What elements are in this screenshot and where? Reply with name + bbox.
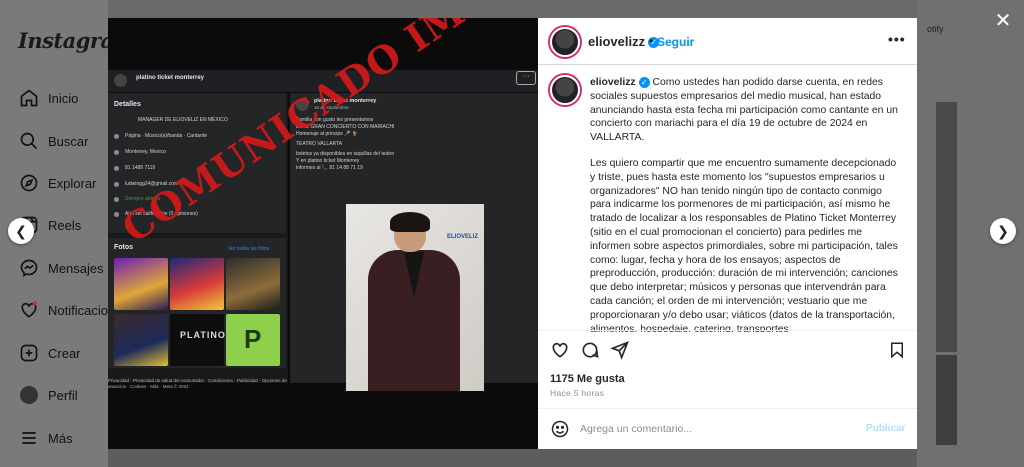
sidebar-item-messages[interactable]: Mensajes bbox=[18, 255, 104, 281]
likes-count[interactable]: 1175 Me gusta bbox=[550, 373, 625, 385]
sidebar-item-label: Buscar bbox=[48, 133, 89, 149]
photo-thumbnail bbox=[226, 258, 280, 310]
fb-footer-links: Privacidad · Privacidad de salud del con… bbox=[108, 378, 287, 389]
poster-person-hair bbox=[390, 212, 430, 232]
comment-bar: Publicar bbox=[538, 408, 917, 449]
username-text: eliovelizz bbox=[588, 34, 646, 49]
photos-link: Ver todas las fotos bbox=[228, 246, 270, 252]
more-options-icon[interactable]: ••• bbox=[888, 31, 906, 47]
mail-icon bbox=[114, 182, 119, 187]
background-feed-bottom bbox=[108, 449, 917, 467]
home-icon bbox=[18, 87, 40, 109]
fb-post-line: Y en platino ticket Monterrey bbox=[296, 158, 360, 164]
separator-dot: • bbox=[649, 34, 654, 48]
sidebar-item-label: Reels bbox=[48, 217, 82, 233]
post-panel: eliovelizz ✓ • Seguir ••• eliovelizz ✓ Com… bbox=[538, 18, 917, 449]
heart-icon bbox=[18, 299, 40, 321]
background-thumbnail bbox=[936, 102, 957, 352]
sidebar-item-notifications[interactable]: Notificacio bbox=[18, 297, 108, 323]
search-icon bbox=[18, 130, 40, 152]
post-actions bbox=[538, 330, 917, 369]
photo-thumbnail: P bbox=[226, 314, 280, 366]
chevron-right-icon: ❯ bbox=[997, 222, 1009, 239]
next-arrow-button[interactable]: ❯ bbox=[990, 218, 1016, 244]
post-header: eliovelizz ✓ • Seguir ••• bbox=[538, 18, 917, 65]
photo-thumbnail bbox=[170, 258, 224, 310]
fb-page-name: platino ticket monterrey bbox=[136, 75, 205, 81]
background-thumbnail bbox=[936, 355, 957, 445]
details-subtitle: MANAGER DE ELIOVELIZ EN MÉXICO bbox=[138, 117, 228, 123]
photo-thumbnail bbox=[114, 314, 168, 366]
close-icon[interactable]: ✕ bbox=[992, 10, 1014, 32]
sidebar-item-label: Notificacio bbox=[48, 302, 108, 318]
sidebar-item-search[interactable]: Buscar bbox=[18, 128, 88, 154]
fb-post-line: TEATRO VALLARTA bbox=[296, 141, 343, 147]
menu-icon bbox=[18, 427, 40, 449]
fb-post-line: boletos ya disponibles en taquillas del … bbox=[296, 151, 395, 157]
caption-paragraph-2: Les quiero compartir que me encuentro su… bbox=[590, 157, 898, 332]
comment-input[interactable] bbox=[580, 421, 850, 437]
photo-thumbnail bbox=[114, 258, 168, 310]
publish-button[interactable]: Publicar bbox=[866, 423, 905, 434]
comment-button[interactable] bbox=[580, 340, 600, 360]
page-icon bbox=[114, 134, 119, 139]
photos-title: Fotos bbox=[114, 244, 134, 251]
save-button[interactable] bbox=[887, 340, 907, 360]
heart-icon bbox=[552, 342, 568, 358]
details-row: Página · Músico(a)/banda · Cantante bbox=[125, 133, 207, 139]
caption-paragraph-1: Como ustedes han podido darse cuenta, en… bbox=[590, 77, 898, 144]
comment-icon bbox=[582, 342, 599, 358]
sidebar-item-label: Más bbox=[48, 430, 73, 446]
sidebar-item-home[interactable]: Inicio bbox=[18, 85, 78, 111]
fb-post-line: informes al 📞 81 14 88 71 19 bbox=[296, 165, 363, 171]
sidebar-item-label: Mensajes bbox=[48, 260, 104, 276]
bookmark-icon bbox=[891, 342, 903, 359]
send-icon bbox=[610, 341, 629, 360]
share-button[interactable] bbox=[610, 340, 630, 360]
post-media: platino ticket monterrey ··· Detalles MA… bbox=[108, 18, 538, 449]
phone-icon bbox=[114, 166, 119, 171]
poster-logo: ELIOVELIZ bbox=[446, 234, 478, 240]
sidebar-item-label: Crear bbox=[48, 345, 81, 361]
follow-button[interactable]: Seguir bbox=[657, 35, 694, 49]
details-row: 81 1488 7119 bbox=[125, 165, 156, 171]
concert-poster: ELIOVELIZ bbox=[346, 204, 484, 391]
post-timestamp[interactable]: Hace 5 horas bbox=[550, 388, 604, 398]
avatar-icon bbox=[18, 384, 40, 406]
sidebar-item-label: Inicio bbox=[48, 90, 79, 106]
chevron-left-icon: ❮ bbox=[15, 222, 27, 239]
compass-icon bbox=[18, 172, 40, 194]
post-caption: eliovelizz ✓ Como ustedes han podido dars… bbox=[590, 76, 900, 332]
like-button[interactable] bbox=[550, 340, 570, 360]
fb-page-avatar bbox=[114, 74, 127, 87]
background-text: otify bbox=[927, 24, 944, 34]
author-avatar[interactable] bbox=[550, 27, 580, 57]
location-icon bbox=[114, 150, 119, 155]
sidebar-item-more[interactable]: Más bbox=[18, 425, 73, 451]
verified-icon: ✓ bbox=[638, 76, 650, 88]
emoji-icon[interactable] bbox=[550, 419, 570, 439]
caption-avatar[interactable] bbox=[550, 75, 580, 105]
fb-photos-card: Fotos Ver todas las fotos PLATINO P bbox=[108, 238, 286, 368]
previous-arrow-button[interactable]: ❮ bbox=[8, 218, 34, 244]
photo-thumbnail: PLATINO bbox=[170, 314, 225, 366]
messenger-icon bbox=[18, 257, 40, 279]
details-row: Monterrey, Mexico bbox=[125, 149, 166, 155]
sidebar-item-label: Perfil bbox=[48, 387, 78, 403]
details-title: Detalles bbox=[114, 101, 141, 108]
clock-icon bbox=[114, 197, 119, 202]
sidebar-item-create[interactable]: Crear bbox=[18, 340, 81, 366]
sidebar-item-label: Explorar bbox=[48, 175, 97, 191]
plus-icon bbox=[18, 342, 40, 364]
caption-username[interactable]: eliovelizz bbox=[590, 77, 636, 88]
sidebar-item-explore[interactable]: Explorar bbox=[18, 170, 96, 196]
background-feed-top bbox=[108, 0, 917, 18]
sidebar-item-profile[interactable]: Perfil bbox=[18, 382, 78, 408]
more-icon: ··· bbox=[516, 71, 536, 85]
